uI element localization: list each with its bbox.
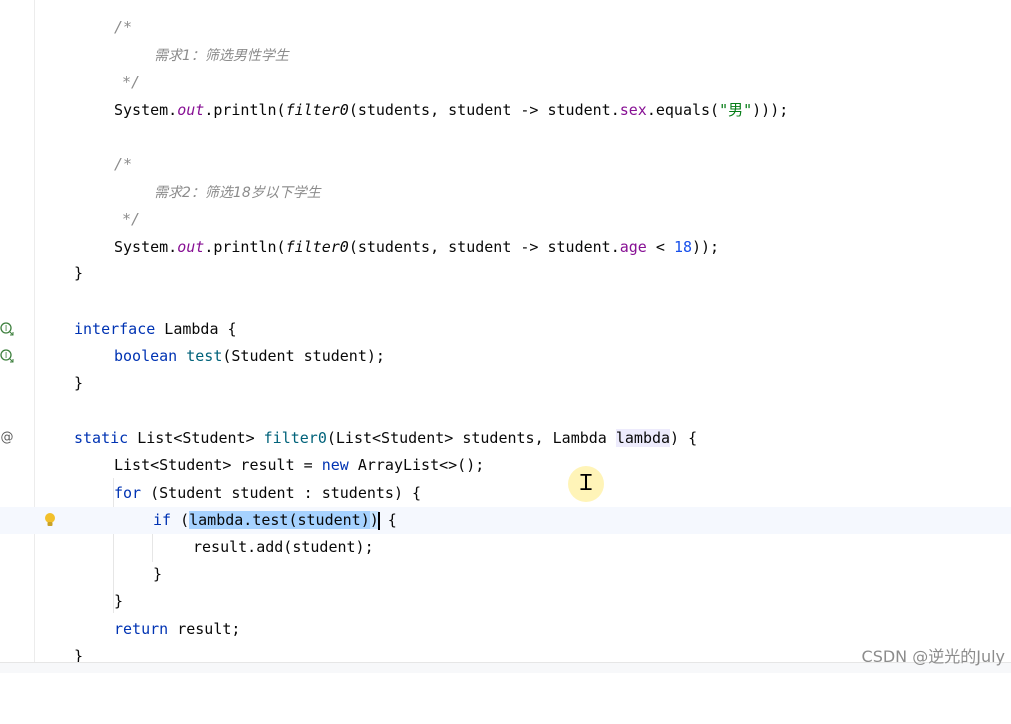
selected-text: lambda.test(student) — [189, 511, 370, 529]
code-line: /* — [0, 151, 1011, 178]
code-token: "男" — [719, 101, 753, 119]
comment-close: */ — [122, 210, 141, 228]
current-code-line: if (lambda.test(student)) { — [0, 507, 1011, 534]
ibeam-cursor-icon: Ｉ — [574, 471, 597, 496]
code-token: result; — [168, 620, 241, 638]
code-token: boolean — [114, 347, 178, 365]
code-token: filter0 — [263, 429, 327, 447]
code-line: interface Lambda { — [0, 316, 1011, 343]
code-line: 需求1：筛选男性学生 — [0, 42, 1011, 69]
code-token: .println( — [204, 238, 286, 256]
code-token: sex — [619, 101, 647, 119]
code-token: Lambda { — [155, 320, 237, 338]
code-token: if — [153, 511, 172, 529]
code-line: } — [0, 260, 1011, 287]
comment-open: /* — [114, 18, 133, 36]
code-token: ) { — [670, 429, 698, 447]
code-token: List<Student> result = — [114, 456, 322, 474]
code-token: new — [321, 456, 349, 474]
code-token: interface — [74, 320, 156, 338]
code-token: (students, student -> student. — [348, 101, 620, 119]
code-token: return — [114, 620, 169, 638]
svg-text:I: I — [5, 324, 7, 333]
code-line: } — [0, 561, 1011, 588]
watermark: CSDN @逆光的July — [861, 647, 1005, 666]
code-line: for (Student student : students) { — [0, 480, 1011, 507]
implemented-method-icon[interactable]: I — [0, 349, 14, 363]
code-token: for — [114, 484, 142, 502]
code-line: boolean test(Student student); — [0, 343, 1011, 370]
code-token: result.add(student); — [193, 538, 374, 556]
code-token: static — [74, 429, 129, 447]
code-token: ArrayList<>(); — [348, 456, 485, 474]
code-token: System. — [114, 238, 178, 256]
code-line: static List<Student> filter0(List<Studen… — [0, 425, 1011, 452]
code-token: } — [114, 592, 124, 610]
code-line: } — [0, 370, 1011, 397]
intention-bulb-icon[interactable] — [44, 512, 56, 528]
code-line: result.add(student); — [0, 534, 1011, 561]
code-token: )); — [692, 238, 720, 256]
mouse-cursor-highlight: Ｉ — [568, 466, 604, 502]
code-token: ( — [171, 511, 190, 529]
code-token: ))); — [752, 101, 789, 119]
code-line: System.out.println(filter0(students, stu… — [0, 97, 1011, 124]
code-token: (students, student -> student. — [348, 238, 620, 256]
code-token: } — [74, 264, 84, 282]
svg-text:I: I — [5, 351, 7, 360]
code-token: } — [153, 565, 163, 583]
code-token: (List<Student> students, Lambda — [326, 429, 616, 447]
code-token: (Student student); — [222, 347, 385, 365]
code-line: } — [0, 588, 1011, 615]
comment-text: 需求2：筛选18岁以下学生 — [154, 185, 321, 201]
code-token: } — [74, 374, 84, 392]
code-line: return result; — [0, 616, 1011, 643]
code-token: List<Student> — [128, 429, 264, 447]
code-token: test — [177, 347, 223, 365]
code-token: < — [646, 238, 674, 256]
comment-text: 需求1：筛选男性学生 — [154, 48, 289, 64]
code-line: */ — [0, 206, 1011, 233]
code-line: List<Student> result = new ArrayList<>()… — [0, 452, 1011, 479]
code-line: 需求2：筛选18岁以下学生 — [0, 179, 1011, 206]
comment-open: /* — [114, 155, 133, 173]
code-line: System.out.println(filter0(students, stu… — [0, 234, 1011, 261]
code-token: System. — [114, 101, 178, 119]
comment-close: */ — [122, 73, 141, 91]
code-token: filter0 — [285, 238, 349, 256]
code-token: lambda — [615, 429, 671, 447]
code-token: out — [177, 238, 205, 256]
code-line: */ — [0, 69, 1011, 96]
code-token: filter0 — [285, 101, 349, 119]
code-token: (Student student : students) { — [141, 484, 422, 502]
code-token: age — [619, 238, 647, 256]
code-line: /* — [0, 14, 1011, 41]
implemented-interface-icon[interactable]: I — [0, 322, 14, 336]
code-token: .println( — [204, 101, 286, 119]
code-token: 18 — [673, 238, 692, 256]
code-token: out — [177, 101, 205, 119]
annotation-icon[interactable]: @ — [0, 431, 14, 445]
code-token: .equals( — [646, 101, 720, 119]
bottom-bar — [0, 662, 1011, 673]
code-token: { — [378, 511, 397, 529]
